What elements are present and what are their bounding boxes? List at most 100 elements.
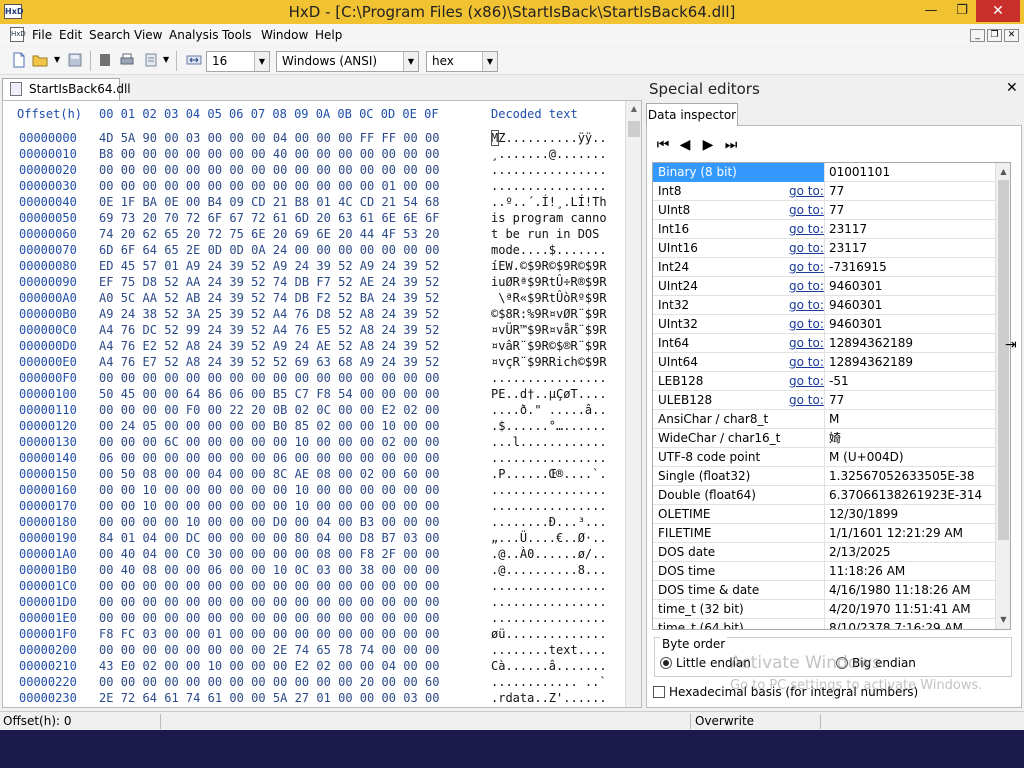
inspector-row[interactable]: DOS time & date 4/16/1980 11:18:26 AM (653, 581, 997, 600)
row-decoded-text[interactable]: .$......°…...... (491, 418, 607, 434)
menu-analysis[interactable]: Analysis (169, 28, 218, 42)
next-icon[interactable]: ▶ (700, 137, 716, 153)
inspector-value[interactable]: 23117 (829, 220, 867, 238)
inspector-row[interactable]: time_t (64 bit) 8/10/2378 7:16:29 AM (653, 619, 997, 629)
inspector-row[interactable]: Int24 go to: -7316915 (653, 258, 997, 277)
row-hex-bytes[interactable]: 84 01 04 00 DC 00 00 00 00 80 04 00 D8 B… (99, 530, 440, 546)
row-decoded-text[interactable]: ¤vÜR™$9R¤våR¨$9R (491, 322, 607, 338)
inspector-value[interactable]: 9460301 (829, 315, 882, 333)
row-decoded-text[interactable]: ................ (491, 450, 607, 466)
row-decoded-text[interactable]: ...l............ (491, 434, 607, 450)
inspector-value[interactable]: 1.32567052633505E-38 (829, 467, 975, 485)
mdi-close-button[interactable]: ✕ (1004, 29, 1019, 42)
row-hex-bytes[interactable]: 00 00 10 00 00 00 00 00 00 10 00 00 00 0… (99, 498, 440, 514)
hex-row[interactable]: 00000060 74 20 62 65 20 72 75 6E 20 69 6E… (3, 226, 627, 242)
hex-row[interactable]: 000000B0 A9 24 38 52 3A 25 39 52 A4 76 D8… (3, 306, 627, 322)
hex-row[interactable]: 00000040 0E 1F BA 0E 00 B4 09 CD 21 B8 01… (3, 194, 627, 210)
row-decoded-text[interactable]: ........Ð...³... (491, 514, 607, 530)
row-decoded-text[interactable]: ....ð." .....â.. (491, 402, 607, 418)
menu-tools[interactable]: Tools (222, 28, 252, 42)
row-hex-bytes[interactable]: 00 00 00 00 00 00 00 00 00 00 00 00 00 0… (99, 578, 440, 594)
bytes-per-row-select[interactable]: 16 ▼ (206, 51, 270, 72)
inspector-row[interactable]: UInt8 go to: 77 (653, 201, 997, 220)
row-decoded-text[interactable]: t be run in DOS (491, 226, 607, 242)
hex-editor-pane[interactable]: Offset(h) 00 01 02 03 04 05 06 07 08 09 … (2, 100, 642, 708)
row-decoded-text[interactable]: .P......Œ®....`. (491, 466, 607, 482)
inspector-row[interactable]: UInt32 go to: 9460301 (653, 315, 997, 334)
hex-row[interactable]: 00000190 84 01 04 00 DC 00 00 00 00 80 04… (3, 530, 627, 546)
inspector-row[interactable]: UTF-8 code point M (U+004D) (653, 448, 997, 467)
inspector-row[interactable]: Int32 go to: 9460301 (653, 296, 997, 315)
chevron-down-icon[interactable]: ▼ (254, 52, 269, 71)
goto-link[interactable]: go to: (789, 258, 824, 276)
hex-row[interactable]: 000001D0 00 00 00 00 00 00 00 00 00 00 00… (3, 594, 627, 610)
hex-rows[interactable]: 00000000 4D 5A 90 00 03 00 00 00 04 00 00… (3, 130, 627, 706)
hex-vertical-scrollbar[interactable]: ▲ (625, 101, 641, 707)
inspector-row[interactable]: UInt24 go to: 9460301 (653, 277, 997, 296)
goto-link[interactable]: go to: (789, 334, 824, 352)
inspector-row[interactable]: DOS time 11:18:26 AM (653, 562, 997, 581)
row-hex-bytes[interactable]: 00 00 00 6C 00 00 00 00 00 10 00 00 00 0… (99, 434, 440, 450)
inspector-value[interactable]: 11:18:26 AM (829, 562, 905, 580)
hex-row[interactable]: 00000150 00 50 08 00 00 04 00 00 8C AE 08… (3, 466, 627, 482)
new-file-icon[interactable] (11, 52, 27, 68)
hex-row[interactable]: 00000080 ED 45 57 01 A9 24 39 52 A9 24 39… (3, 258, 627, 274)
inspector-value[interactable]: 77 (829, 391, 844, 409)
row-decoded-text[interactable]: ................ (491, 594, 607, 610)
previous-icon[interactable]: ◀ (677, 137, 693, 153)
menu-search[interactable]: Search (89, 28, 130, 42)
hex-row[interactable]: 000000F0 00 00 00 00 00 00 00 00 00 00 00… (3, 370, 627, 386)
menu-help[interactable]: Help (315, 28, 342, 42)
properties-icon[interactable] (143, 52, 159, 68)
row-hex-bytes[interactable]: 74 20 62 65 20 72 75 6E 20 69 6E 20 44 4… (99, 226, 440, 242)
row-hex-bytes[interactable]: 50 45 00 00 64 86 06 00 B5 C7 F8 54 00 0… (99, 386, 440, 402)
row-decoded-text[interactable]: ¤vâR¨$9R©$®R¨$9R (491, 338, 607, 354)
hex-row[interactable]: 00000180 00 00 00 00 10 00 00 00 D0 00 04… (3, 514, 627, 530)
save-icon[interactable] (67, 52, 83, 68)
hex-row[interactable]: 000001C0 00 00 00 00 00 00 00 00 00 00 00… (3, 578, 627, 594)
row-hex-bytes[interactable]: 00 00 00 00 00 00 00 00 00 00 00 00 00 0… (99, 594, 440, 610)
row-hex-bytes[interactable]: 00 00 00 00 00 00 00 00 00 00 00 00 00 0… (99, 162, 440, 178)
inspector-value[interactable]: 4/16/1980 11:18:26 AM (829, 581, 971, 599)
inspector-value[interactable]: 4/20/1970 11:51:41 AM (829, 600, 971, 618)
row-hex-bytes[interactable]: 00 00 00 00 F0 00 22 20 0B 02 0C 00 00 E… (99, 402, 440, 418)
inspector-value[interactable]: 婍 (829, 429, 841, 447)
row-hex-bytes[interactable]: 00 50 08 00 00 04 00 00 8C AE 08 00 02 0… (99, 466, 440, 482)
chevron-down-icon[interactable]: ▼ (482, 52, 497, 71)
row-hex-bytes[interactable]: 00 00 00 00 00 00 00 00 00 00 00 00 00 0… (99, 178, 440, 194)
hex-row[interactable]: 00000070 6D 6F 64 65 2E 0D 0D 0A 24 00 00… (3, 242, 627, 258)
row-decoded-text[interactable]: PE..d†..µÇøT.... (491, 386, 607, 402)
hex-row[interactable]: 000001F0 F8 FC 03 00 00 01 00 00 00 00 00… (3, 626, 627, 642)
inspector-row[interactable]: Binary (8 bit) 01001101 (653, 163, 997, 182)
row-decoded-text[interactable]: MZ..........ÿÿ.. (491, 130, 607, 146)
row-hex-bytes[interactable]: A0 5C AA 52 AB 24 39 52 74 DB F2 52 BA 2… (99, 290, 440, 306)
row-hex-bytes[interactable]: 0E 1F BA 0E 00 B4 09 CD 21 B8 01 4C CD 2… (99, 194, 440, 210)
row-hex-bytes[interactable]: 00 00 00 00 00 00 00 00 00 00 00 00 20 0… (99, 674, 440, 690)
row-decoded-text[interactable]: \ªR«$9RtÛòRº$9R (491, 290, 606, 306)
goto-link[interactable]: go to: (789, 391, 824, 409)
special-editors-close-icon[interactable]: ✕ (1006, 80, 1018, 96)
chevron-down-icon[interactable]: ▼ (403, 52, 418, 71)
offset-base-select[interactable]: hex ▼ (426, 51, 498, 72)
hex-row[interactable]: 00000230 2E 72 64 61 74 61 00 00 5A 27 01… (3, 690, 627, 706)
row-decoded-text[interactable]: ................ (491, 370, 607, 386)
row-hex-bytes[interactable]: 00 00 00 00 00 00 00 00 2E 74 65 78 74 0… (99, 642, 440, 658)
mdi-minimize-button[interactable]: _ (970, 29, 985, 42)
row-hex-bytes[interactable]: 06 00 00 00 00 00 00 00 06 00 00 00 00 0… (99, 450, 440, 466)
restore-button[interactable]: ❐ (946, 0, 978, 22)
inspector-value[interactable]: -51 (829, 372, 849, 390)
close-file-icon[interactable] (97, 52, 113, 68)
row-hex-bytes[interactable]: A9 24 38 52 3A 25 39 52 A4 76 D8 52 A8 2… (99, 306, 440, 322)
data-inspector-table[interactable]: Binary (8 bit) 01001101 Int8 go to: 77 UInt8 g… (652, 162, 1011, 630)
row-decoded-text[interactable]: Cà......â....... (491, 658, 607, 674)
hex-row[interactable]: 00000170 00 00 10 00 00 00 00 00 00 10 00… (3, 498, 627, 514)
close-button[interactable]: ✕ (976, 0, 1020, 22)
hex-row[interactable]: 00000100 50 45 00 00 64 86 06 00 B5 C7 F8… (3, 386, 627, 402)
inspector-vertical-scrollbar[interactable]: ▲ ▼ (995, 163, 1010, 629)
hex-row[interactable]: 00000140 06 00 00 00 00 00 00 00 06 00 00… (3, 450, 627, 466)
inspector-value[interactable]: 12894362189 (829, 353, 913, 371)
inspector-row[interactable]: Double (float64) 6.37066138261923E-314 (653, 486, 997, 505)
inspector-value[interactable]: 12/30/1899 (829, 505, 898, 523)
row-hex-bytes[interactable]: ED 45 57 01 A9 24 39 52 A9 24 39 52 A9 2… (99, 258, 440, 274)
inspector-row[interactable]: LEB128 go to: -51 (653, 372, 997, 391)
